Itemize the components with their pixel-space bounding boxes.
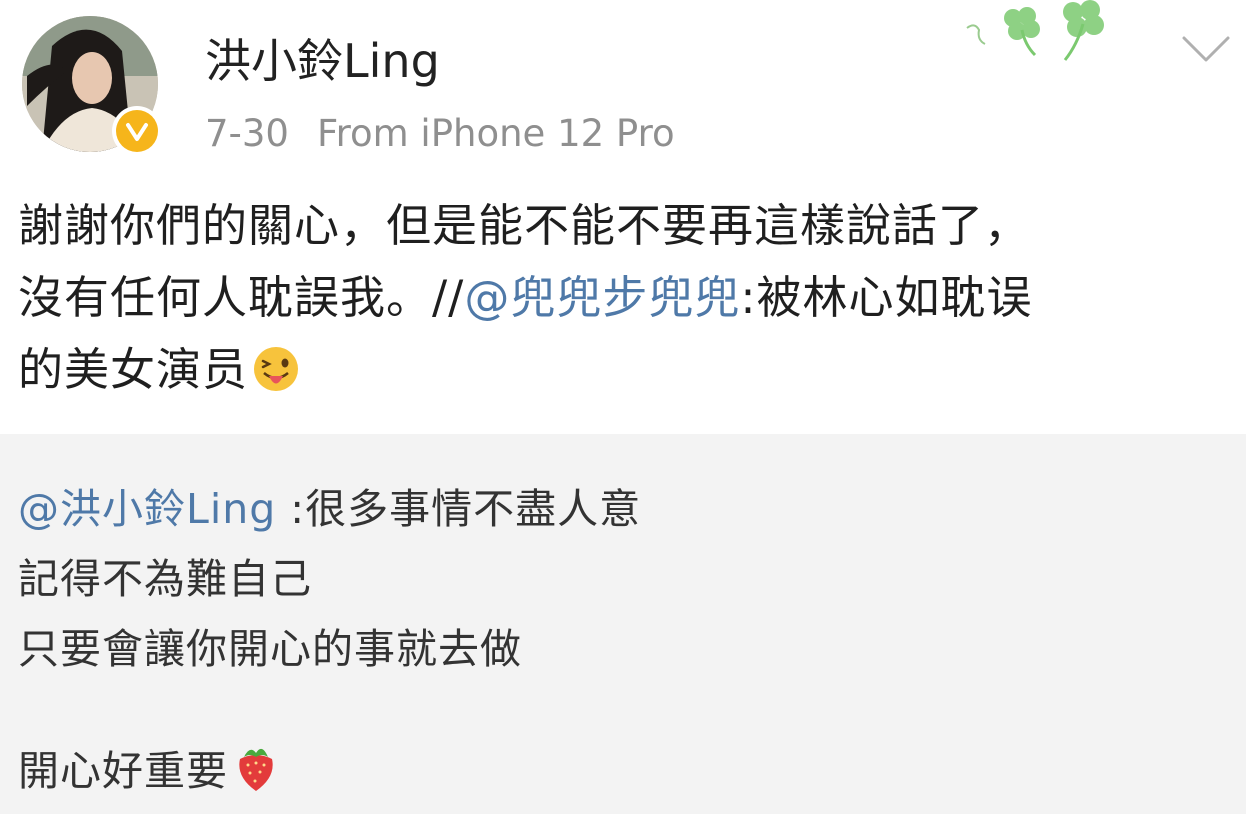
reposted-content[interactable]: @洪小鈴Ling :很多事情不盡人意 記得不為難自己 只要會讓你開心的事就去做 … xyxy=(0,434,1246,814)
username[interactable]: 洪小鈴Ling xyxy=(205,30,440,92)
post-source: From iPhone 12 Pro xyxy=(316,112,675,155)
repost-text: @洪小鈴Ling :很多事情不盡人意 記得不為難自己 只要會讓你開心的事就去做 … xyxy=(18,474,1223,806)
repost-text-line: @洪小鈴Ling :很多事情不盡人意 xyxy=(18,474,1223,544)
post-text-line: 謝謝你們的關心，但是能不能不要再這樣說話了， xyxy=(18,199,1031,252)
post-text-segment: :被林心如耽误 xyxy=(740,271,1033,324)
repost-text-segment: 開心好重要 xyxy=(18,747,228,795)
repost-mention-link[interactable]: @洪小鈴Ling xyxy=(18,485,276,533)
repost-text-line: 記得不為難自己 xyxy=(18,555,312,603)
mention-link[interactable]: @兜兜步兜兜 xyxy=(464,271,740,324)
repost-text-segment: :很多事情不盡人意 xyxy=(276,485,642,533)
post-text-line: 的美女演员 xyxy=(18,334,1223,406)
post-text-segment: 的美女演员 xyxy=(18,343,249,396)
chevron-down-icon[interactable] xyxy=(1180,32,1232,66)
clover-decoration-icon xyxy=(966,0,1104,61)
tongue-wink-emoji-icon xyxy=(254,347,299,391)
strawberry-emoji-icon xyxy=(239,748,273,791)
post-text-line: 沒有任何人耽誤我。//@兜兜步兜兜:被林心如耽误 xyxy=(18,262,1223,334)
repost-text-line: 開心好重要 xyxy=(18,736,1223,806)
weibo-post: 洪小鈴Ling 7-30 From iPhone 12 Pro 謝謝你們的關心，但… xyxy=(0,0,1246,434)
post-text-segment: 沒有任何人耽誤我。// xyxy=(18,271,465,324)
post-text: 謝謝你們的關心，但是能不能不要再這樣說話了， 沒有任何人耽誤我。//@兜兜步兜兜… xyxy=(18,190,1223,406)
post-meta: 7-30 From iPhone 12 Pro xyxy=(205,110,675,158)
post-date: 7-30 xyxy=(205,112,289,155)
verified-badge-icon xyxy=(112,106,162,156)
repost-text-line: 只要會讓你開心的事就去做 xyxy=(18,625,522,673)
